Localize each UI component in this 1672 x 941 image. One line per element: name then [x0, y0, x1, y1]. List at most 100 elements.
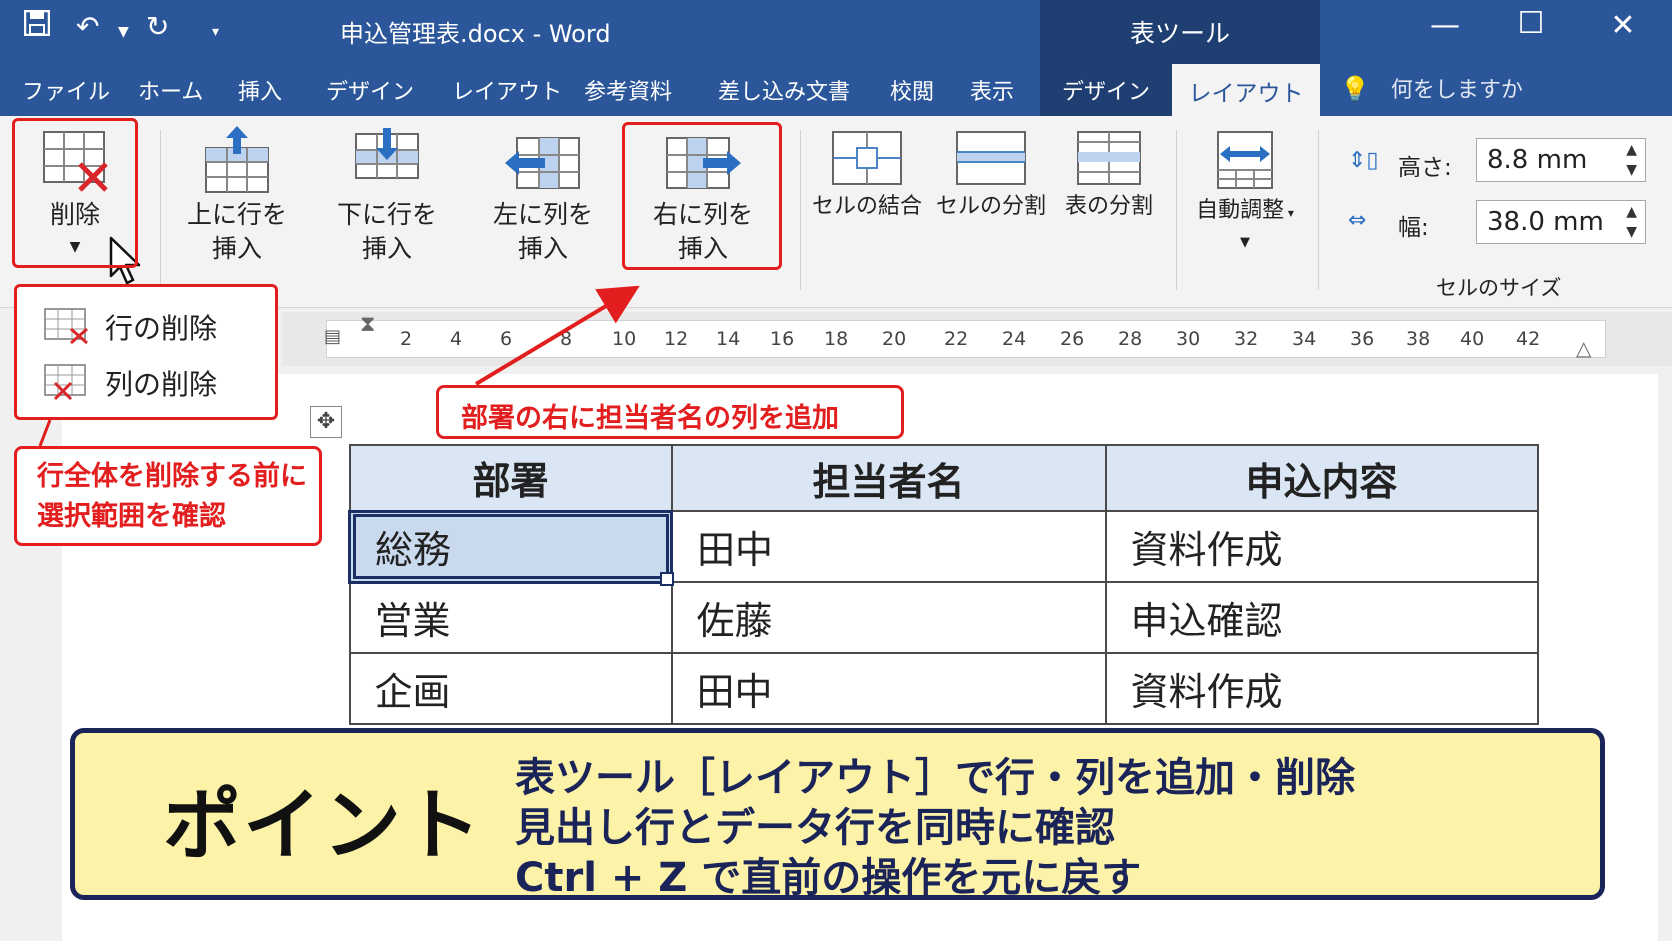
height-input[interactable]: 8.8 mm ▲ ▼ — [1476, 138, 1646, 182]
undo-icon[interactable]: ↶ — [76, 10, 99, 43]
ruler-number: 14 — [716, 328, 741, 350]
right-indent-icon[interactable]: △ — [1576, 336, 1591, 360]
insert-left-label-1: 左に列を — [492, 200, 593, 229]
annotation-delete-check: 行全体を削除する前に 選択範囲を確認 — [14, 446, 322, 546]
ruler-number: 28 — [1118, 328, 1143, 350]
height-value: 8.8 mm — [1487, 145, 1588, 175]
save-icon[interactable] — [23, 9, 51, 43]
tab-stop-icon[interactable]: ▤ — [324, 326, 341, 347]
table-cell[interactable]: 企画 — [348, 652, 673, 725]
customize-qat-icon[interactable]: ▾ — [212, 24, 219, 40]
table-cell[interactable]: 資料作成 — [1104, 652, 1539, 725]
spin-up-icon[interactable]: ▲ — [1626, 205, 1637, 219]
tab-file[interactable]: ファイル — [22, 74, 110, 106]
height-label: 高さ: — [1398, 155, 1452, 181]
delete-dropdown-menu: 行の削除 列の削除 — [14, 284, 278, 420]
ruler-number: 18 — [824, 328, 849, 350]
width-input[interactable]: 38.0 mm ▲ ▼ — [1476, 200, 1646, 244]
tab-table-layout[interactable]: レイアウト — [1172, 64, 1320, 116]
spin-down-icon[interactable]: ▼ — [1626, 163, 1637, 177]
ruler-number: 34 — [1292, 328, 1317, 350]
table-header-cell[interactable]: 申込内容 — [1104, 444, 1539, 512]
tab-insert[interactable]: 挿入 — [238, 74, 282, 106]
ruler-number: 32 — [1234, 328, 1259, 350]
tell-me-search[interactable]: 💡 何をしますか — [1340, 72, 1523, 104]
chevron-down-icon: ▼ — [1240, 235, 1250, 250]
redo-icon[interactable]: ↻ — [146, 10, 169, 43]
insert-above-button[interactable]: 上に行を 挿入 — [172, 124, 302, 266]
table-cell[interactable]: 田中 — [670, 510, 1107, 583]
ruler-number: 10 — [612, 328, 637, 350]
merge-cells-icon — [832, 131, 902, 185]
table-header-cell[interactable]: 担当者名 — [670, 444, 1107, 512]
autofit-icon — [1217, 131, 1273, 189]
separator — [1176, 130, 1177, 290]
ruler-number: 36 — [1350, 328, 1375, 350]
indent-marker-icon[interactable]: ⧗ — [360, 312, 375, 337]
cell-resize-handle[interactable] — [660, 572, 674, 586]
table-cell-selected[interactable]: 総務 — [348, 509, 673, 584]
ruler-number: 2 — [400, 328, 413, 350]
spin-up-icon[interactable]: ▲ — [1626, 143, 1637, 157]
separator — [800, 130, 801, 290]
ruler-number: 16 — [770, 328, 795, 350]
width-label: 幅: — [1398, 215, 1429, 241]
delete-rows-label: 行の削除 — [105, 312, 218, 345]
tab-references[interactable]: 参考資料 — [584, 74, 672, 106]
table-row: 総務 田中 資料作成 — [348, 509, 1539, 584]
delete-rows-icon — [44, 308, 88, 345]
menu-item-delete-columns[interactable]: 列の削除 — [35, 357, 265, 407]
horizontal-ruler[interactable]: ▤ ⧗ △ 2 4 6 8 10 12 14 16 18 20 22 24 26… — [282, 312, 1672, 366]
split-cells-icon — [956, 131, 1026, 185]
table-cell[interactable]: 佐藤 — [670, 581, 1107, 654]
table-cell[interactable]: 資料作成 — [1104, 510, 1539, 583]
width-value: 38.0 mm — [1487, 207, 1604, 237]
point-title: ポイント — [163, 781, 484, 871]
table-cell[interactable]: 申込確認 — [1104, 581, 1539, 654]
merge-cells-button[interactable]: セルの結合 — [808, 128, 926, 222]
tab-review[interactable]: 校閲 — [890, 74, 934, 106]
document-table[interactable]: 部署 担当者名 申込内容 総務 田中 資料作成 営業 佐藤 申込確認 企画 田中… — [348, 444, 1539, 725]
connector-delete-note — [38, 419, 52, 447]
point-callout: ポイント 表ツール［レイアウト］で行・列を追加・削除 見出し行とデータ行を同時に… — [70, 728, 1605, 901]
delete-columns-label: 列の削除 — [105, 368, 218, 401]
ribbon-layout: 削除 ▼ 上に行を 挿入 下に行を 挿入 左に列を 挿入 右に列を 挿入 セルの… — [0, 116, 1672, 308]
tab-layout[interactable]: レイアウト — [452, 74, 562, 106]
tab-mailings[interactable]: 差し込み文書 — [718, 74, 850, 106]
tab-home[interactable]: ホーム — [138, 74, 203, 106]
separator — [160, 130, 161, 290]
table-header-row: 部署 担当者名 申込内容 — [348, 444, 1539, 512]
split-table-button[interactable]: 表の分割 — [1054, 128, 1164, 222]
ruler-number: 20 — [882, 328, 907, 350]
tab-table-design[interactable]: デザイン — [1062, 74, 1150, 106]
menu-item-delete-rows[interactable]: 行の削除 — [35, 301, 265, 351]
table-cell[interactable]: 営業 — [348, 581, 673, 654]
ruler-number: 6 — [500, 328, 513, 350]
annotation-line: 行全体を削除する前に — [37, 461, 307, 492]
split-cells-button[interactable]: セルの分割 — [932, 128, 1050, 222]
insert-left-label-2: 挿入 — [517, 234, 568, 263]
insert-right-highlight — [622, 122, 782, 270]
insert-below-button[interactable]: 下に行を 挿入 — [322, 124, 452, 266]
autofit-label: 自動調整 ▾ — [1196, 198, 1294, 223]
maximize-icon[interactable]: ☐ — [1506, 6, 1556, 41]
autofit-button[interactable]: 自動調整 ▾ ▼ — [1186, 128, 1304, 258]
table-header-cell[interactable]: 部署 — [348, 444, 673, 512]
insert-left-button[interactable]: 左に列を 挿入 — [478, 124, 608, 266]
tab-design[interactable]: デザイン — [326, 74, 414, 106]
close-icon[interactable]: ✕ — [1598, 8, 1648, 43]
table-row: 営業 佐藤 申込確認 — [348, 581, 1539, 654]
minimize-icon[interactable]: — — [1420, 8, 1470, 43]
table-move-handle-icon[interactable]: ✥ — [310, 406, 342, 438]
ruler-number: 38 — [1406, 328, 1431, 350]
insert-below-label-1: 下に行を — [336, 200, 437, 229]
undo-dropdown-icon[interactable]: ▼ — [118, 24, 129, 40]
lightbulb-icon: 💡 — [1340, 75, 1370, 103]
ruler-number: 8 — [560, 328, 573, 350]
spin-down-icon[interactable]: ▼ — [1626, 225, 1637, 239]
table-cell[interactable]: 田中 — [670, 652, 1107, 725]
table-row: 企画 田中 資料作成 — [348, 652, 1539, 725]
split-cells-label: セルの分割 — [935, 194, 1046, 219]
tab-view[interactable]: 表示 — [970, 74, 1014, 106]
ruler-number: 42 — [1516, 328, 1541, 350]
